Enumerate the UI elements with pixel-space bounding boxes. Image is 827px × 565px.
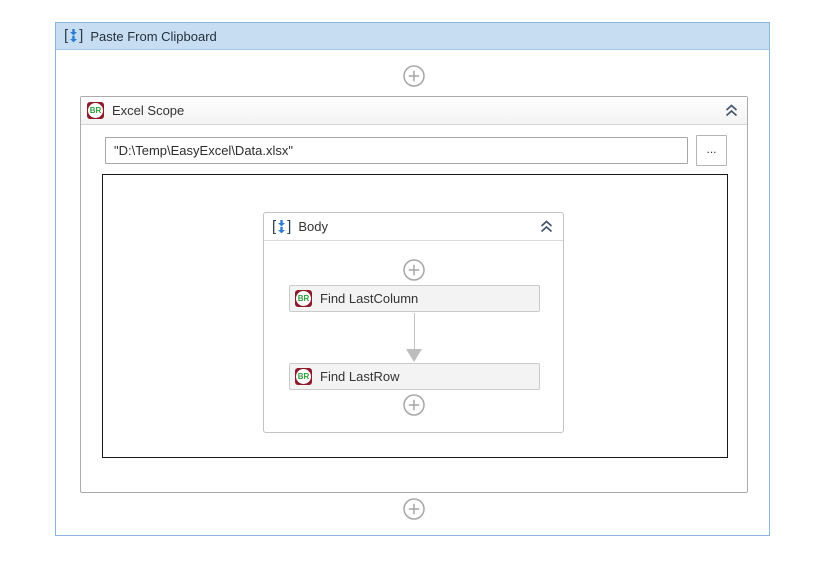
paste-from-clipboard-title: Paste From Clipboard bbox=[90, 28, 217, 44]
collapse-button[interactable] bbox=[724, 104, 739, 117]
chevron-double-up-icon bbox=[725, 104, 738, 117]
workflow-designer-canvas: [ ] Paste From Clipboard BR Excel Scope … bbox=[0, 0, 827, 565]
br-activity-icon: BR bbox=[295, 368, 312, 385]
body-sequence-title: Body bbox=[298, 219, 328, 234]
connector-arrowhead-icon bbox=[406, 349, 422, 362]
connector-arrow-line bbox=[414, 313, 415, 350]
find-lastrow-activity[interactable]: BR Find LastRow bbox=[289, 363, 540, 390]
paste-from-clipboard-header[interactable]: [ ] Paste From Clipboard bbox=[56, 23, 769, 50]
plus-icon bbox=[403, 65, 425, 87]
browse-button[interactable]: ... bbox=[696, 135, 727, 166]
plus-icon bbox=[403, 259, 425, 281]
br-activity-icon: BR bbox=[295, 290, 312, 307]
excel-scope-body-container: [ ] Body BR Find LastColumn BR Find Last… bbox=[102, 174, 728, 458]
plus-icon bbox=[403, 498, 425, 520]
activity-label: Find LastRow bbox=[320, 369, 400, 384]
excel-scope-title: Excel Scope bbox=[112, 103, 185, 118]
add-activity-button-bottom[interactable] bbox=[403, 498, 425, 520]
sequence-icon: [ ] bbox=[64, 27, 84, 44]
body-sequence-activity[interactable]: [ ] Body BR Find LastColumn BR Find Last… bbox=[263, 212, 564, 433]
collapse-button[interactable] bbox=[539, 220, 554, 233]
workbook-path-input[interactable] bbox=[105, 137, 688, 164]
excel-scope-header[interactable]: BR Excel Scope bbox=[81, 97, 747, 125]
add-activity-button-top[interactable] bbox=[403, 65, 425, 87]
plus-icon bbox=[403, 394, 425, 416]
activity-label: Find LastColumn bbox=[320, 291, 419, 306]
body-sequence-header[interactable]: [ ] Body bbox=[264, 213, 563, 241]
find-lastcolumn-activity[interactable]: BR Find LastColumn bbox=[289, 285, 540, 312]
add-activity-button-body-bottom[interactable] bbox=[403, 394, 425, 416]
chevron-double-up-icon bbox=[540, 220, 553, 233]
paste-from-clipboard-activity[interactable]: [ ] Paste From Clipboard BR Excel Scope … bbox=[55, 22, 770, 536]
excel-scope-activity[interactable]: BR Excel Scope ... [ bbox=[80, 96, 748, 493]
add-activity-button-body-top[interactable] bbox=[403, 259, 425, 281]
sequence-icon: [ ] bbox=[272, 217, 292, 235]
br-activity-icon: BR bbox=[87, 102, 104, 119]
